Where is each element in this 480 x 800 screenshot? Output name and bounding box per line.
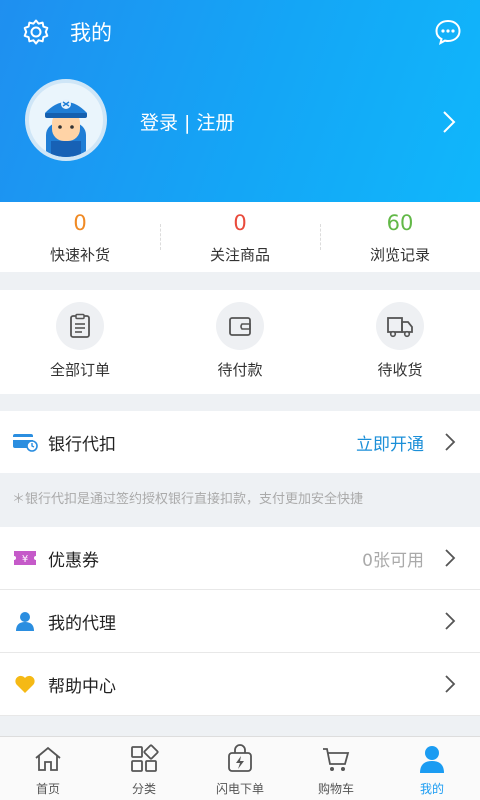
order-pending-receipt[interactable]: 待收货 <box>320 290 480 394</box>
menu-label: 帮助中心 <box>48 676 116 697</box>
stat-value: 0 <box>73 211 87 235</box>
stat-value: 60 <box>386 211 414 235</box>
menu-label: 优惠券 <box>48 550 99 571</box>
user-icon <box>12 608 38 634</box>
stat-label: 浏览记录 <box>369 246 430 264</box>
menu-item-agent[interactable]: 我的代理 <box>0 590 480 652</box>
bank-notice: ＊银行代扣是通过签约授权银行直接扣款，支付更加安全快捷 <box>0 473 480 527</box>
tab-label: 分类 <box>131 782 156 796</box>
coupon-icon: ¥ <box>12 545 38 571</box>
tab-label: 闪电下单 <box>215 782 264 796</box>
menu-item-help-center[interactable]: 帮助中心 <box>0 653 480 715</box>
tab-cart[interactable]: 购物车 <box>288 737 384 800</box>
tab-category[interactable]: 分类 <box>96 737 192 800</box>
chevron-right-icon <box>445 612 456 630</box>
bank-card-icon <box>12 429 38 455</box>
login-register-link[interactable]: 登录 | 注册 <box>140 108 234 138</box>
order-label: 待付款 <box>217 361 263 379</box>
cart-icon <box>323 748 350 771</box>
activate-now-link[interactable]: 立即开通 <box>356 430 424 455</box>
home-icon <box>35 746 61 771</box>
tab-flash-order[interactable]: 闪电下单 <box>192 737 288 800</box>
clipboard-icon <box>70 313 90 338</box>
chevron-right-icon <box>445 433 456 451</box>
menu-item-coupon[interactable]: ¥ 优惠券 0张可用 <box>0 527 480 589</box>
order-label: 全部订单 <box>49 361 110 379</box>
order-label: 待收货 <box>377 361 423 379</box>
stats-bar: 0 快速补货 0 关注商品 60 浏览记录 <box>0 202 480 272</box>
order-pending-payment[interactable]: 待付款 <box>160 290 320 394</box>
icon-circle <box>216 302 264 350</box>
truck-icon <box>387 317 413 338</box>
stat-label: 关注商品 <box>209 246 270 264</box>
order-all[interactable]: 全部订单 <box>0 290 160 394</box>
gear-icon[interactable] <box>22 18 50 46</box>
profile-icon <box>420 746 444 773</box>
stat-followed-goods[interactable]: 0 关注商品 <box>160 202 320 272</box>
bank-deduction-label: 银行代扣 <box>48 434 116 455</box>
chevron-right-icon <box>445 675 456 693</box>
tab-label: 首页 <box>35 782 60 796</box>
tab-label: 我的 <box>419 782 444 796</box>
icon-circle <box>56 302 104 350</box>
tab-label: 购物车 <box>317 782 354 796</box>
order-shortcuts: 全部订单 待付款 待收货 <box>0 290 480 394</box>
category-icon <box>131 744 159 772</box>
tab-mine[interactable]: 我的 <box>384 737 480 800</box>
svg-text:¥: ¥ <box>22 554 28 565</box>
stat-value: 0 <box>233 211 247 235</box>
chevron-right-icon[interactable] <box>442 110 456 134</box>
wallet-icon <box>229 317 251 336</box>
coupon-count: 0张可用 <box>362 550 424 571</box>
heart-icon <box>12 671 38 697</box>
stat-quick-restock[interactable]: 0 快速补货 <box>0 202 160 272</box>
menu-label: 我的代理 <box>48 613 116 634</box>
page-title: 我的 <box>70 21 112 45</box>
profile-header: 我的 登录 | 注册 <box>0 0 480 202</box>
flash-bag-icon <box>228 744 252 772</box>
divider <box>0 715 480 716</box>
tab-home[interactable]: 首页 <box>0 737 96 800</box>
icon-circle <box>376 302 424 350</box>
stat-browse-history[interactable]: 60 浏览记录 <box>320 202 480 272</box>
message-icon[interactable] <box>434 18 462 46</box>
bank-deduction-row[interactable]: 银行代扣 立即开通 <box>0 411 480 473</box>
stat-label: 快速补货 <box>49 246 110 264</box>
avatar[interactable] <box>25 79 107 161</box>
chevron-right-icon <box>445 549 456 567</box>
bottom-tab-bar: 首页 分类 闪电下单 购物车 我的 <box>0 736 480 800</box>
